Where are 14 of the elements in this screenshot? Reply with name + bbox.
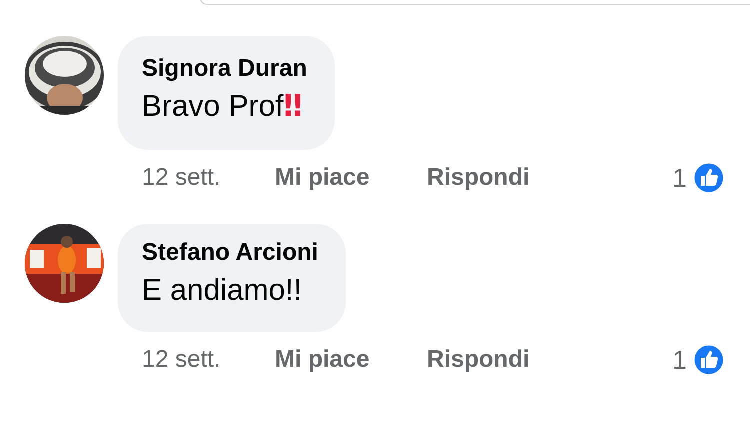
comment-text: E andiamo!! (142, 273, 304, 309)
like-link[interactable]: Mi piace (275, 164, 427, 192)
like-link[interactable]: Mi piace (275, 346, 427, 374)
reply-link[interactable]: Rispondi (427, 164, 530, 192)
reply-link[interactable]: Rispondi (427, 346, 530, 374)
thumbs-up-icon (693, 162, 725, 194)
thumbs-up-icon (693, 344, 725, 376)
author-name[interactable]: Signora Duran (142, 52, 308, 86)
comment-text: Bravo Prof‼ (142, 88, 304, 126)
timestamp[interactable]: 12 sett. (142, 164, 275, 192)
author-name[interactable]: Stefano Arcioni (142, 236, 318, 270)
reaction-count[interactable]: 1 (672, 162, 687, 194)
timestamp[interactable]: 12 sett. (142, 346, 275, 374)
reaction-count[interactable]: 1 (672, 344, 687, 376)
